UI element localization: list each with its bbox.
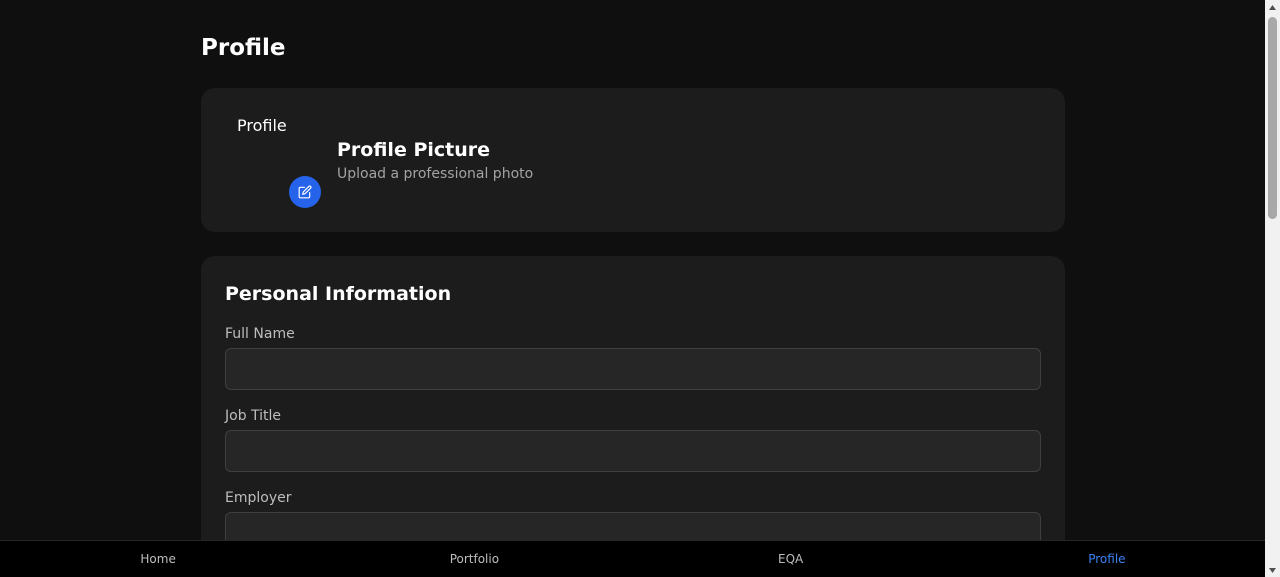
edit-avatar-button[interactable] — [289, 176, 321, 208]
profile-picture-subtitle: Upload a professional photo — [337, 166, 534, 182]
nav-item-home[interactable]: Home — [0, 541, 316, 577]
full-name-label: Full Name — [225, 326, 295, 342]
page-viewport: Profile Profile Profile Picture Upload a… — [0, 0, 1265, 577]
bottom-nav: Home Portfolio EQA Profile — [0, 540, 1265, 577]
avatar[interactable]: Profile — [237, 112, 321, 208]
nav-item-profile[interactable]: Profile — [949, 541, 1265, 577]
vertical-scrollbar[interactable] — [1265, 0, 1280, 577]
scroll-up-arrow-icon[interactable] — [1265, 0, 1280, 14]
scroll-down-arrow-icon[interactable] — [1265, 563, 1280, 577]
scrollbar-thumb[interactable] — [1268, 17, 1277, 219]
personal-information-card: Personal Information Full Name Job Title… — [201, 256, 1065, 577]
page-title: Profile — [201, 35, 286, 61]
employer-label: Employer — [225, 490, 292, 506]
job-title-label: Job Title — [225, 408, 282, 424]
personal-information-title: Personal Information — [225, 283, 452, 305]
full-name-input[interactable] — [225, 348, 1041, 390]
nav-item-portfolio[interactable]: Portfolio — [316, 541, 632, 577]
edit-pencil-icon — [298, 185, 312, 199]
profile-picture-title: Profile Picture — [337, 139, 491, 161]
avatar-alt-text: Profile — [237, 116, 287, 135]
job-title-input[interactable] — [225, 430, 1041, 472]
nav-item-eqa[interactable]: EQA — [633, 541, 949, 577]
profile-picture-card: Profile Profile Picture Upload a profess… — [201, 88, 1065, 232]
